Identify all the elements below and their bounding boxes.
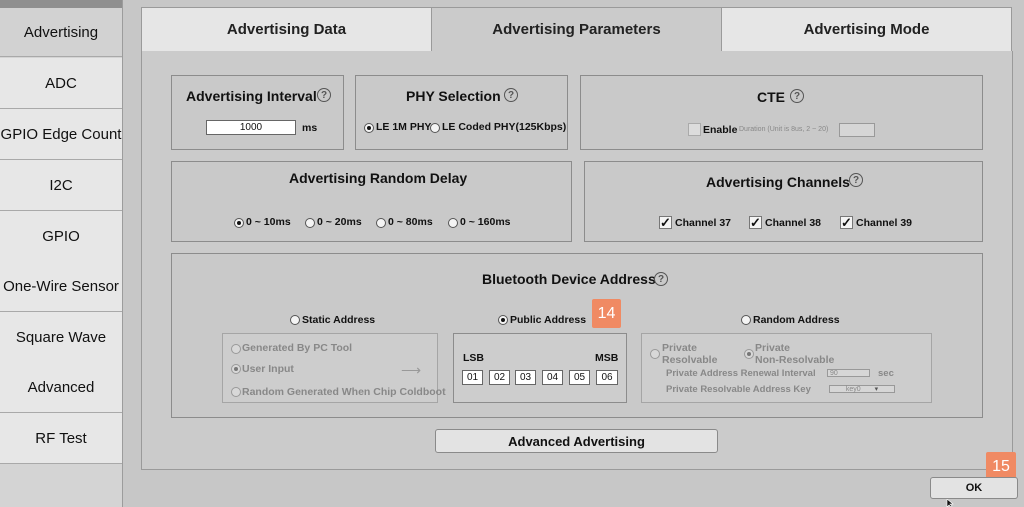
address-byte-4-input[interactable]: 04: [542, 370, 563, 385]
channel-39-checkbox[interactable]: ✓: [840, 216, 853, 229]
sidebar-item-adc[interactable]: ADC: [0, 58, 122, 109]
resolvable-key-label: Private Resolvable Address Key: [666, 384, 811, 395]
advertising-channels-title: Advertising Channels: [706, 174, 850, 190]
phy-selection-title: PHY Selection: [406, 88, 501, 104]
sidebar-item-advanced[interactable]: Advanced: [0, 362, 122, 413]
tab-advertising-parameters[interactable]: Advertising Parameters: [431, 7, 722, 52]
address-byte-5-input[interactable]: 05: [569, 370, 590, 385]
public-address-label: Public Address: [510, 314, 587, 326]
cte-group: CTE ? Enable Duration (Unit is 8us, 2 ~ …: [580, 75, 983, 150]
static-address-label: Static Address: [302, 314, 376, 326]
phy-selection-group: PHY Selection ? LE 1M PHY LE Coded PHY(1…: [355, 75, 568, 150]
channel-37-label: Channel 37: [675, 217, 732, 229]
cte-title: CTE: [757, 89, 785, 105]
channel-39-label: Channel 39: [856, 217, 913, 229]
random-address-subpanel: Private Resolvable Private Non-Resolvabl…: [641, 333, 932, 403]
phy-le-1m-radio[interactable]: [364, 123, 374, 133]
renewal-interval-unit: sec: [878, 368, 894, 379]
random-address-label: Random Address: [753, 314, 840, 326]
phy-le-coded-label: LE Coded PHY(125Kbps): [442, 121, 567, 133]
sidebar-item-rf-test[interactable]: RF Test: [0, 413, 122, 464]
cte-duration-input[interactable]: [839, 123, 875, 137]
sidebar: Advertising ADC GPIO Edge Count I2C GPIO…: [0, 0, 123, 507]
renewal-interval-input[interactable]: 90: [827, 369, 870, 377]
tab-advertising-data[interactable]: Advertising Data: [141, 7, 432, 52]
delay-160ms-radio[interactable]: [448, 218, 458, 228]
delay-20ms-label: 0 ~ 20ms: [317, 216, 362, 228]
random-delay-title: Advertising Random Delay: [289, 170, 468, 186]
sidebar-item-advertising[interactable]: Advertising: [0, 8, 122, 57]
lsb-label: LSB: [463, 352, 484, 364]
private-non-resolvable-label: Private Non-Resolvable: [755, 342, 835, 366]
chevron-down-icon: ▾: [874, 386, 879, 393]
public-address-subpanel: LSB MSB 01 02 03 04 05 06: [453, 333, 627, 403]
advertising-interval-group: Advertising Interval ? 1000 ms: [171, 75, 344, 150]
help-icon[interactable]: ?: [317, 88, 331, 102]
advertising-interval-input[interactable]: 1000: [206, 120, 296, 135]
help-icon[interactable]: ?: [654, 272, 668, 286]
cte-enable-label: Enable: [703, 124, 738, 136]
help-icon[interactable]: ?: [849, 173, 863, 187]
bda-title: Bluetooth Device Address: [482, 271, 656, 287]
user-input-label: User Input: [242, 363, 294, 375]
address-byte-3-input[interactable]: 03: [515, 370, 536, 385]
msb-label: MSB: [595, 352, 619, 364]
resolvable-key-value: key0: [845, 385, 861, 393]
advertising-interval-unit: ms: [302, 122, 318, 134]
tab-advertising-mode[interactable]: Advertising Mode: [721, 7, 1012, 52]
advertising-channels-group: Advertising Channels ? ✓ Channel 37 ✓ Ch…: [584, 161, 983, 242]
delay-20ms-radio[interactable]: [305, 218, 315, 228]
private-non-resolvable-radio[interactable]: [744, 349, 754, 359]
user-input-radio[interactable]: [231, 364, 241, 374]
address-byte-2-input[interactable]: 02: [489, 370, 510, 385]
sidebar-item-i2c[interactable]: I2C: [0, 160, 122, 211]
phy-le-1m-label: LE 1M PHY: [376, 121, 432, 133]
delay-160ms-label: 0 ~ 160ms: [460, 216, 511, 228]
random-address-radio[interactable]: [741, 315, 751, 325]
advanced-advertising-button[interactable]: Advanced Advertising: [435, 429, 718, 453]
ok-button[interactable]: OK: [930, 477, 1018, 499]
sidebar-top-strip: [0, 0, 122, 8]
static-address-subpanel: Generated By PC Tool User Input ⟶ Random…: [222, 333, 446, 403]
sidebar-item-gpio[interactable]: GPIO: [0, 211, 122, 262]
renewal-interval-label: Private Address Renewal Interval: [666, 368, 816, 379]
channel-38-checkbox[interactable]: ✓: [749, 216, 762, 229]
address-byte-6-input[interactable]: 06: [596, 370, 618, 385]
arrow-right-icon: ⟶: [401, 362, 422, 378]
step-badge-14: 14: [592, 299, 621, 328]
help-icon[interactable]: ?: [504, 88, 518, 102]
static-address-radio[interactable]: [290, 315, 300, 325]
advertising-interval-title: Advertising Interval: [186, 88, 317, 104]
sidebar-item-square-wave[interactable]: Square Wave: [0, 312, 122, 363]
random-coldboot-radio[interactable]: [231, 387, 241, 397]
cte-enable-checkbox[interactable]: [688, 123, 701, 136]
delay-10ms-radio[interactable]: [234, 218, 244, 228]
help-icon[interactable]: ?: [790, 89, 804, 103]
channel-38-label: Channel 38: [765, 217, 822, 229]
phy-le-coded-radio[interactable]: [430, 123, 440, 133]
public-address-radio[interactable]: [498, 315, 508, 325]
cte-duration-label: Duration (Unit is 8us, 2 ~ 20): [739, 126, 829, 133]
delay-10ms-label: 0 ~ 10ms: [246, 216, 291, 228]
delay-80ms-label: 0 ~ 80ms: [388, 216, 433, 228]
mouse-cursor-icon: [946, 499, 954, 507]
random-coldboot-label: Random Generated When Chip Coldboot: [242, 386, 446, 398]
private-resolvable-label: Private Resolvable: [662, 342, 718, 366]
address-byte-1-input[interactable]: 01: [462, 370, 483, 385]
private-resolvable-radio[interactable]: [650, 349, 660, 359]
channel-37-checkbox[interactable]: ✓: [659, 216, 672, 229]
sidebar-item-one-wire-sensor[interactable]: One-Wire Sensor: [0, 261, 122, 312]
sidebar-item-gpio-edge-count[interactable]: GPIO Edge Count: [0, 109, 122, 160]
generated-by-pc-radio[interactable]: [231, 344, 241, 354]
random-delay-group: Advertising Random Delay 0 ~ 10ms 0 ~ 20…: [171, 161, 572, 242]
generated-by-pc-label: Generated By PC Tool: [242, 342, 353, 354]
delay-80ms-radio[interactable]: [376, 218, 386, 228]
resolvable-key-select[interactable]: key0 ▾: [829, 385, 895, 393]
